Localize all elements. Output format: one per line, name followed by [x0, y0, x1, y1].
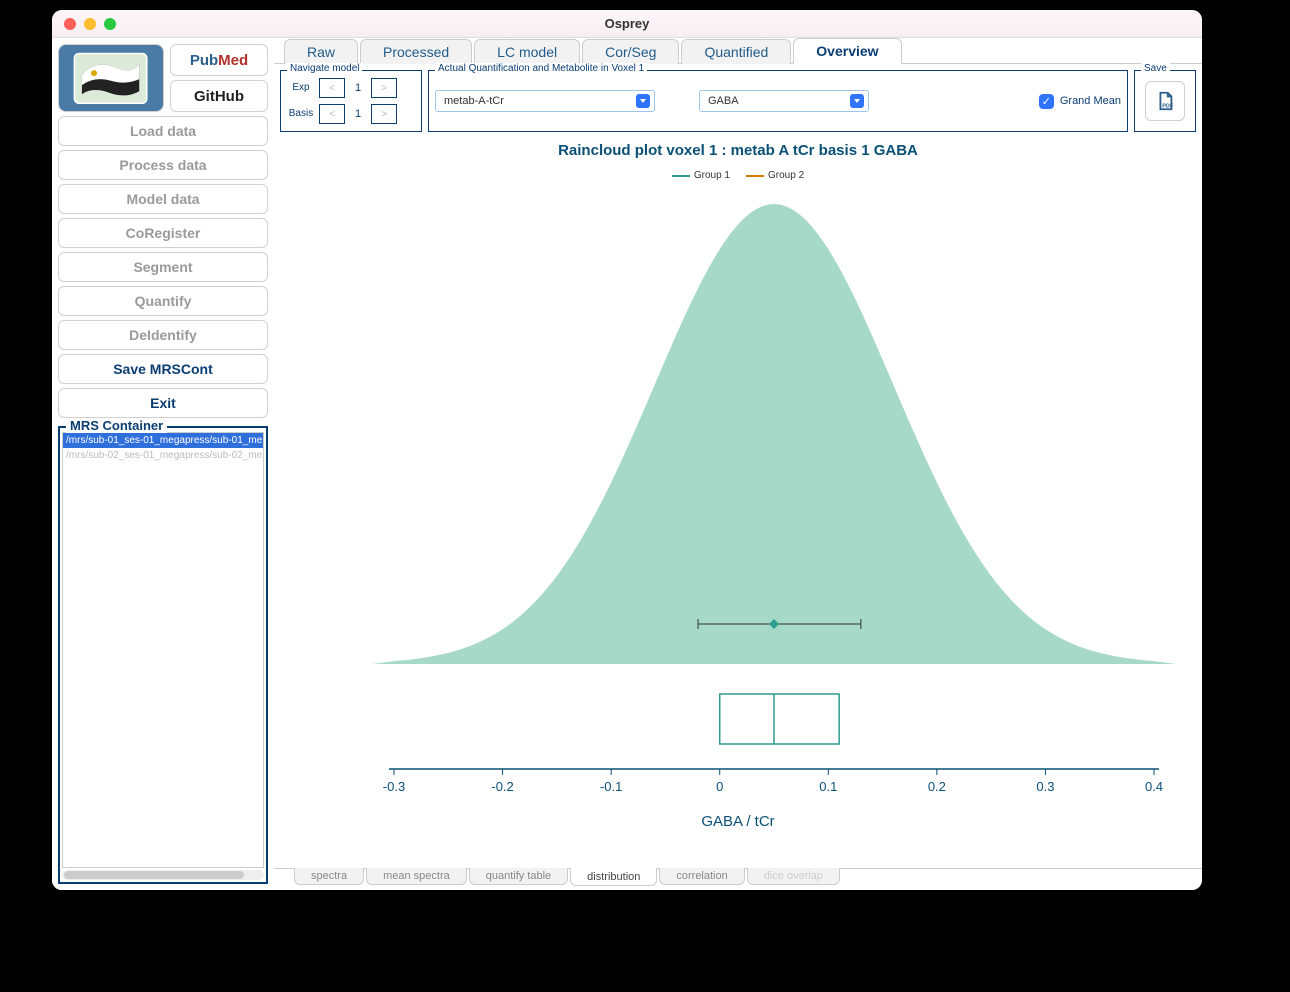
- nav-exp-label: Exp: [287, 83, 315, 93]
- grand-mean-checkbox[interactable]: ✓ Grand Mean: [1039, 94, 1121, 109]
- quant-legend: Actual Quantification and Metabolite in …: [435, 63, 647, 74]
- tab-corseg[interactable]: Cor/Seg: [582, 39, 679, 64]
- svg-text:0.2: 0.2: [928, 779, 946, 794]
- nav-exp-prev[interactable]: <: [319, 78, 345, 98]
- titlebar: Osprey: [52, 10, 1202, 38]
- close-icon[interactable]: [64, 18, 76, 30]
- tab-overview[interactable]: Overview: [793, 38, 901, 64]
- sidebar-btn-coregister[interactable]: CoRegister: [58, 218, 268, 248]
- tab-diceoverlap: dice overlap: [747, 868, 840, 885]
- tab-processed[interactable]: Processed: [360, 39, 472, 64]
- legend-marker-icon: [672, 172, 690, 180]
- sidebar-btn-deidentify[interactable]: DeIdentify: [58, 320, 268, 350]
- nav-basis-next[interactable]: >: [371, 104, 397, 124]
- nav-model-grid: Exp < 1 > Basis < 1 >: [287, 77, 397, 125]
- mrs-list[interactable]: /mrs/sub-01_ses-01_megapress/sub-01_me..…: [62, 432, 264, 868]
- nav-basis-value: 1: [349, 108, 367, 120]
- svg-text:0.4: 0.4: [1145, 779, 1163, 794]
- svg-text:-0.3: -0.3: [383, 779, 405, 794]
- list-item[interactable]: /mrs/sub-01_ses-01_megapress/sub-01_me..…: [63, 433, 263, 448]
- pubmed-button[interactable]: PubMed: [170, 44, 268, 76]
- tab-spectra[interactable]: spectra: [294, 868, 364, 885]
- tab-meanspectra[interactable]: mean spectra: [366, 868, 467, 885]
- sidebar: PubMed GitHub Load data Process data Mod…: [52, 38, 274, 890]
- osprey-icon: [69, 52, 152, 105]
- svg-text:PDF: PDF: [1162, 103, 1174, 109]
- quantification-box: Actual Quantification and Metabolite in …: [428, 70, 1128, 132]
- mrs-container: MRS Container /mrs/sub-01_ses-01_megapre…: [58, 426, 268, 884]
- sidebar-btn-load[interactable]: Load data: [58, 116, 268, 146]
- save-box: Save PDF: [1134, 70, 1196, 132]
- tab-raw[interactable]: Raw: [284, 39, 358, 64]
- app-window: Osprey PubMed GitHub: [52, 10, 1202, 890]
- legend-group-1: Group 1: [672, 170, 730, 181]
- window-title: Osprey: [52, 16, 1202, 31]
- sidebar-btn-process[interactable]: Process data: [58, 150, 268, 180]
- svg-text:0.3: 0.3: [1036, 779, 1054, 794]
- checkbox-checked-icon: ✓: [1039, 94, 1054, 109]
- svg-text:-0.1: -0.1: [600, 779, 622, 794]
- nav-basis-prev[interactable]: <: [319, 104, 345, 124]
- plot-title: Raincloud plot voxel 1 : metab A tCr bas…: [274, 142, 1202, 159]
- sidebar-btn-model[interactable]: Model data: [58, 184, 268, 214]
- navigate-model-legend: Navigate model: [287, 63, 362, 74]
- svg-text:0.1: 0.1: [819, 779, 837, 794]
- tab-lcmodel[interactable]: LC model: [474, 39, 580, 64]
- tabs-top: Raw Processed LC model Cor/Seg Quantifie…: [274, 38, 1202, 64]
- sidebar-btn-quantify[interactable]: Quantify: [58, 286, 268, 316]
- controls-row: Navigate model Exp < 1 > Basis < 1 > Act…: [274, 64, 1202, 134]
- tab-distribution[interactable]: distribution: [570, 868, 657, 886]
- plot-legend: Group 1 Group 2: [274, 170, 1202, 181]
- h-scrollbar[interactable]: [62, 870, 264, 880]
- pdf-icon: PDF: [1154, 90, 1176, 112]
- legend-marker-icon: [746, 172, 764, 180]
- nav-exp-value: 1: [349, 82, 367, 94]
- nav-exp-next[interactable]: >: [371, 78, 397, 98]
- grand-mean-label: Grand Mean: [1060, 95, 1121, 107]
- logo-row: PubMed GitHub: [58, 44, 268, 112]
- chevron-down-icon: [850, 94, 864, 108]
- nav-basis-label: Basis: [287, 109, 315, 119]
- quant-type-value: metab-A-tCr: [444, 95, 504, 107]
- x-axis-label: GABA / tCr: [274, 813, 1202, 830]
- svg-text:0: 0: [716, 779, 723, 794]
- mrs-container-legend: MRS Container: [66, 418, 167, 433]
- save-pdf-button[interactable]: PDF: [1145, 81, 1185, 121]
- tab-quantified[interactable]: Quantified: [681, 39, 791, 64]
- github-button[interactable]: GitHub: [170, 80, 268, 112]
- scrollbar-thumb[interactable]: [64, 871, 244, 879]
- tab-quantifytable[interactable]: quantify table: [469, 868, 568, 885]
- zoom-icon[interactable]: [104, 18, 116, 30]
- sidebar-btn-exit[interactable]: Exit: [58, 388, 268, 418]
- legend-group-2: Group 2: [746, 170, 804, 181]
- metabolite-value: GABA: [708, 95, 739, 107]
- svg-text:-0.2: -0.2: [491, 779, 513, 794]
- tab-correlation[interactable]: correlation: [659, 868, 744, 885]
- save-legend: Save: [1141, 63, 1170, 74]
- app-logo: [58, 44, 164, 112]
- list-item[interactable]: /mrs/sub-02_ses-01_megapress/sub-02_me..…: [63, 448, 263, 463]
- metabolite-select[interactable]: GABA: [699, 90, 869, 112]
- window-body: PubMed GitHub Load data Process data Mod…: [52, 38, 1202, 890]
- link-column: PubMed GitHub: [170, 44, 268, 112]
- navigate-model-box: Navigate model Exp < 1 > Basis < 1 >: [280, 70, 422, 132]
- plot-area: Raincloud plot voxel 1 : metab A tCr bas…: [274, 134, 1202, 868]
- raincloud-plot: -0.3 -0.2 -0.1 0 0.1 0.2 0.3 0.4: [274, 194, 1194, 874]
- sidebar-btn-save[interactable]: Save MRSCont: [58, 354, 268, 384]
- main: Raw Processed LC model Cor/Seg Quantifie…: [274, 38, 1202, 890]
- sidebar-btn-segment[interactable]: Segment: [58, 252, 268, 282]
- traffic-lights: [64, 18, 116, 30]
- minimize-icon[interactable]: [84, 18, 96, 30]
- quant-type-select[interactable]: metab-A-tCr: [435, 90, 655, 112]
- chevron-down-icon: [636, 94, 650, 108]
